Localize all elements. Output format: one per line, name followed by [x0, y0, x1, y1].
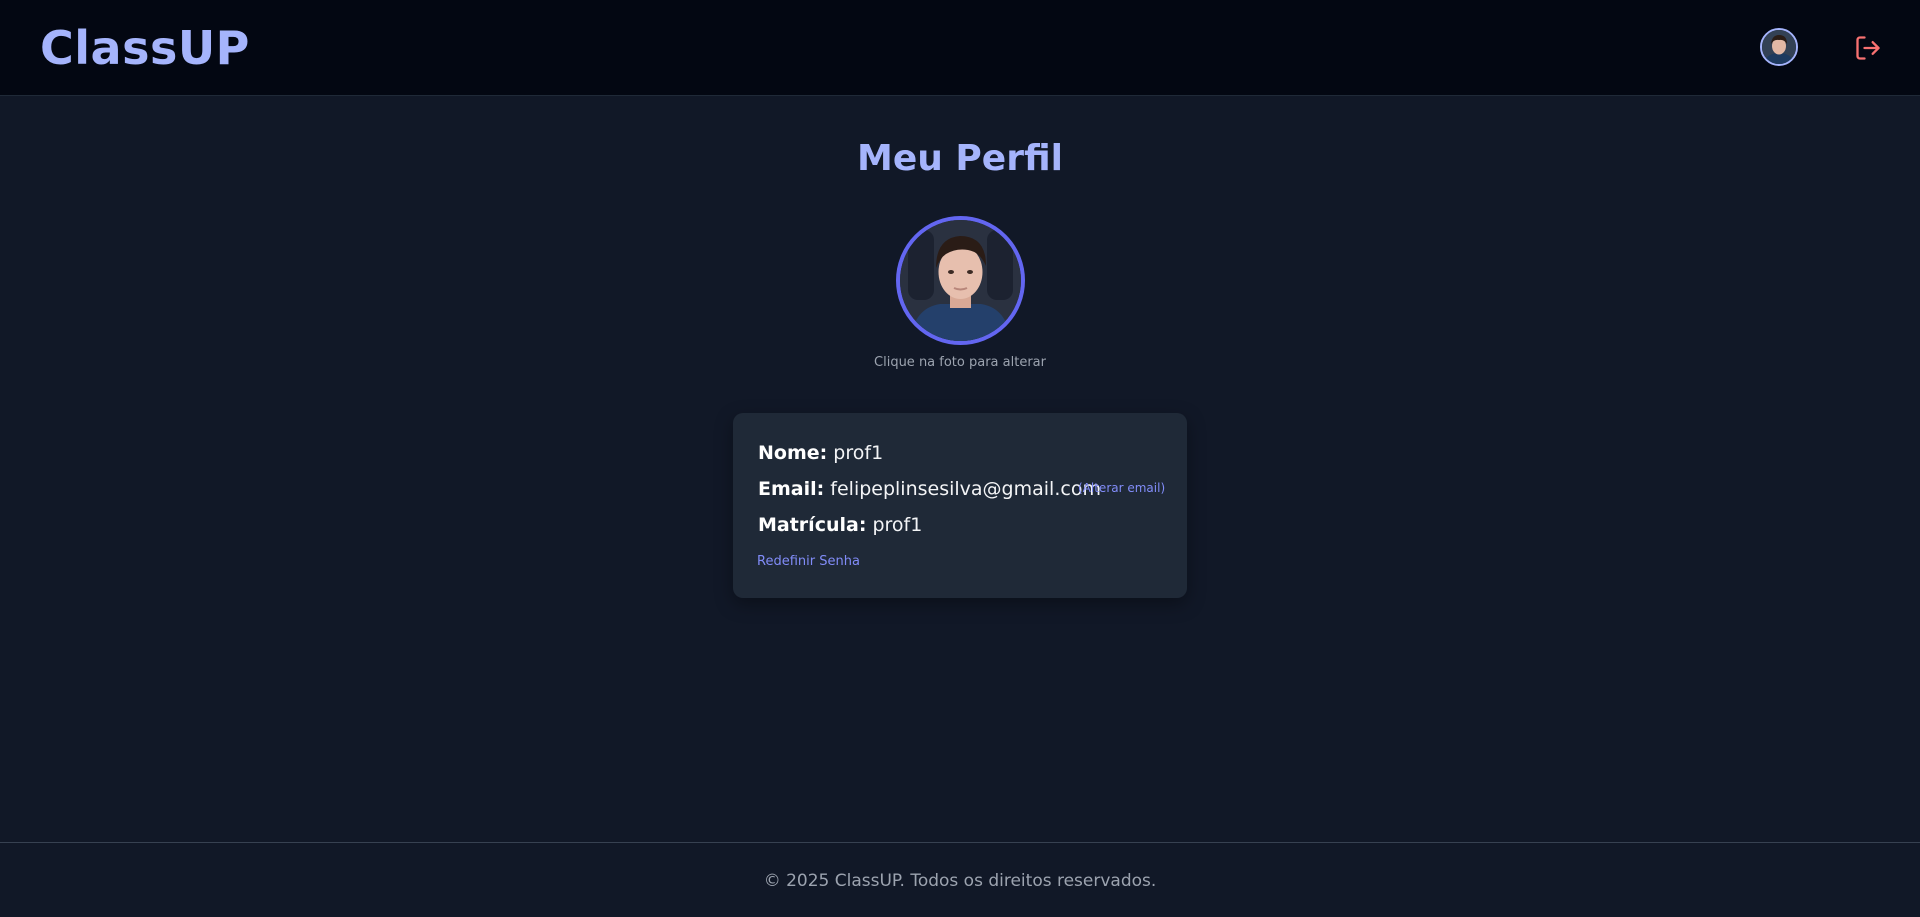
profile-photo[interactable] [896, 216, 1025, 345]
email-row: Email: felipeplinsesilva@gmail.com [758, 476, 1101, 502]
change-email-link[interactable]: (Alterar email) [1078, 479, 1165, 497]
matricula-label: Matrícula: [758, 514, 867, 536]
footer: © 2025 ClassUP. Todos os direitos reserv… [0, 842, 1920, 917]
profile-photo-image [900, 220, 1021, 341]
email-label: Email: [758, 478, 825, 500]
top-header: ClassUP [0, 0, 1920, 96]
matricula-value: prof1 [872, 514, 923, 536]
email-value: felipeplinsesilva@gmail.com [830, 478, 1101, 500]
photo-hint: Clique na foto para alterar [874, 355, 1046, 370]
name-row: Nome: prof1 [758, 440, 883, 466]
page-title: Meu Perfil [857, 138, 1063, 179]
matricula-row: Matrícula: prof1 [758, 512, 922, 538]
name-label: Nome: [758, 442, 828, 464]
reset-password-link[interactable]: Redefinir Senha [757, 553, 860, 571]
logout-button[interactable] [1854, 34, 1882, 62]
app-logo[interactable]: ClassUP [40, 18, 250, 78]
logout-icon [1856, 36, 1880, 60]
header-avatar[interactable] [1760, 28, 1798, 66]
profile-info-card: Nome: prof1 Email: felipeplinsesilva@gma… [733, 413, 1187, 598]
name-value: prof1 [833, 442, 884, 464]
footer-copyright: © 2025 ClassUP. Todos os direitos reserv… [763, 871, 1157, 891]
avatar-photo-icon [1762, 30, 1796, 64]
